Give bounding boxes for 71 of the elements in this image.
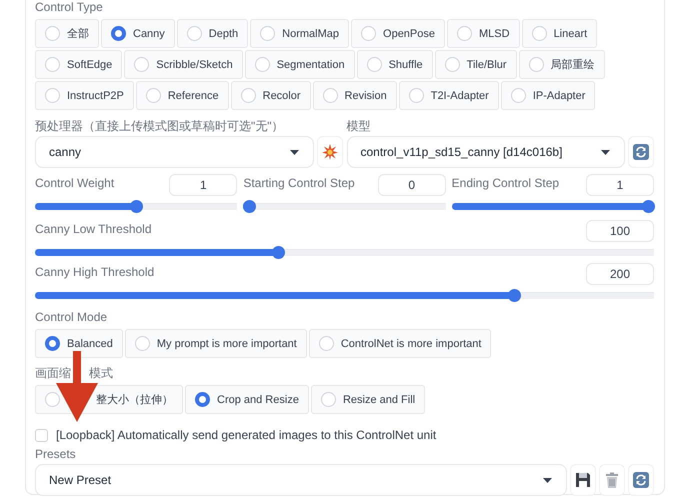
radio-option[interactable]: Reference	[136, 81, 229, 110]
radio-option[interactable]: Balanced	[35, 329, 123, 358]
number-input[interactable]: 0	[378, 174, 446, 196]
radio-option[interactable]: SoftEdge	[35, 50, 122, 79]
radio-option[interactable]: OpenPose	[351, 19, 445, 48]
radio-option[interactable]: My prompt is more important	[124, 329, 307, 358]
slider-label: Starting Control Step	[243, 175, 355, 192]
radio-option[interactable]: Tile/Blur	[434, 50, 517, 79]
number-input[interactable]: 1	[169, 174, 238, 196]
burst-icon	[320, 143, 338, 161]
slider-label: Ending Control Step	[452, 175, 560, 192]
radio-option[interactable]: 全部	[35, 19, 99, 48]
save-icon	[574, 471, 592, 489]
radio-option[interactable]: Resize and Fill	[310, 385, 426, 414]
slider-thumb[interactable]	[130, 200, 144, 213]
slider-thumb[interactable]	[508, 289, 522, 302]
slider-track[interactable]	[35, 289, 654, 302]
field-label: 模型	[346, 118, 372, 134]
radio-option[interactable]: Depth	[176, 19, 248, 48]
radio-option[interactable]: Recolor	[230, 81, 311, 110]
radio-option[interactable]: Crop and Resize	[185, 385, 309, 414]
caret-icon	[290, 150, 298, 154]
slider-track[interactable]	[243, 200, 446, 213]
group-label: 模式	[89, 366, 113, 380]
field-label: 预处理器（直接上传模式图或草稿时可选"无"）	[35, 118, 285, 134]
slider-track[interactable]	[452, 200, 654, 213]
refresh-icon	[632, 471, 650, 489]
radio-option[interactable]: Revision	[312, 81, 397, 110]
radio-option[interactable]: Shuffle	[356, 50, 433, 79]
slider-thumb[interactable]	[642, 200, 655, 213]
caret-icon	[543, 478, 552, 482]
refresh-button[interactable]	[628, 136, 654, 168]
slider-thumb[interactable]	[272, 246, 285, 259]
checkbox-label[interactable]: [Loopback] Automatically send generated images to this ControlNet unit	[56, 428, 436, 442]
dropdown[interactable]: New Preset	[35, 464, 567, 496]
dropdown[interactable]: control_v11p_sd15_canny [d14c016b]	[346, 136, 625, 168]
slider-label: Control Weight	[35, 175, 114, 192]
radio-button[interactable]	[195, 392, 210, 407]
group-label: 画面缩	[35, 366, 71, 380]
radio-option[interactable]: Segmentation	[244, 50, 355, 79]
radio-option[interactable]: 局部重绘	[518, 50, 605, 79]
field-label: Presets	[35, 446, 77, 462]
radio-option[interactable]: IP-Adapter	[500, 81, 596, 110]
slider-label: Canny Low Threshold	[35, 221, 152, 238]
radio-option[interactable]: Scribble/Sketch	[124, 50, 243, 79]
radio-option[interactable]: InstructP2P	[35, 81, 134, 110]
slider-label: Canny High Threshold	[35, 264, 154, 281]
save-button[interactable]	[570, 464, 596, 496]
trash-icon	[603, 471, 621, 489]
group-label: Control Mode	[35, 310, 108, 325]
slider-track[interactable]	[35, 246, 654, 259]
radio-button[interactable]	[111, 26, 126, 41]
radio-option[interactable]: Lineart	[522, 19, 598, 48]
burst-button[interactable]	[316, 136, 342, 168]
caret-icon	[601, 150, 610, 154]
checkbox[interactable]	[35, 428, 48, 442]
radio-option[interactable]: T2I-Adapter	[398, 81, 499, 110]
slider-track[interactable]	[35, 200, 238, 213]
radio-option[interactable]: ControlNet is more important	[308, 329, 492, 358]
refresh-icon	[632, 143, 650, 161]
refresh-button[interactable]	[628, 464, 654, 496]
number-input[interactable]: 200	[586, 263, 654, 285]
radio-option[interactable]: Canny	[101, 19, 175, 48]
group-label: Control Type	[35, 0, 104, 15]
radio-button[interactable]	[45, 336, 60, 351]
number-input[interactable]: 100	[586, 220, 654, 242]
slider-thumb[interactable]	[243, 200, 256, 213]
number-input[interactable]: 1	[586, 174, 654, 196]
radio-option[interactable]: NormalMap	[250, 19, 350, 48]
radio-option[interactable]: MLSD	[447, 19, 520, 48]
dropdown[interactable]: canny	[35, 136, 314, 168]
